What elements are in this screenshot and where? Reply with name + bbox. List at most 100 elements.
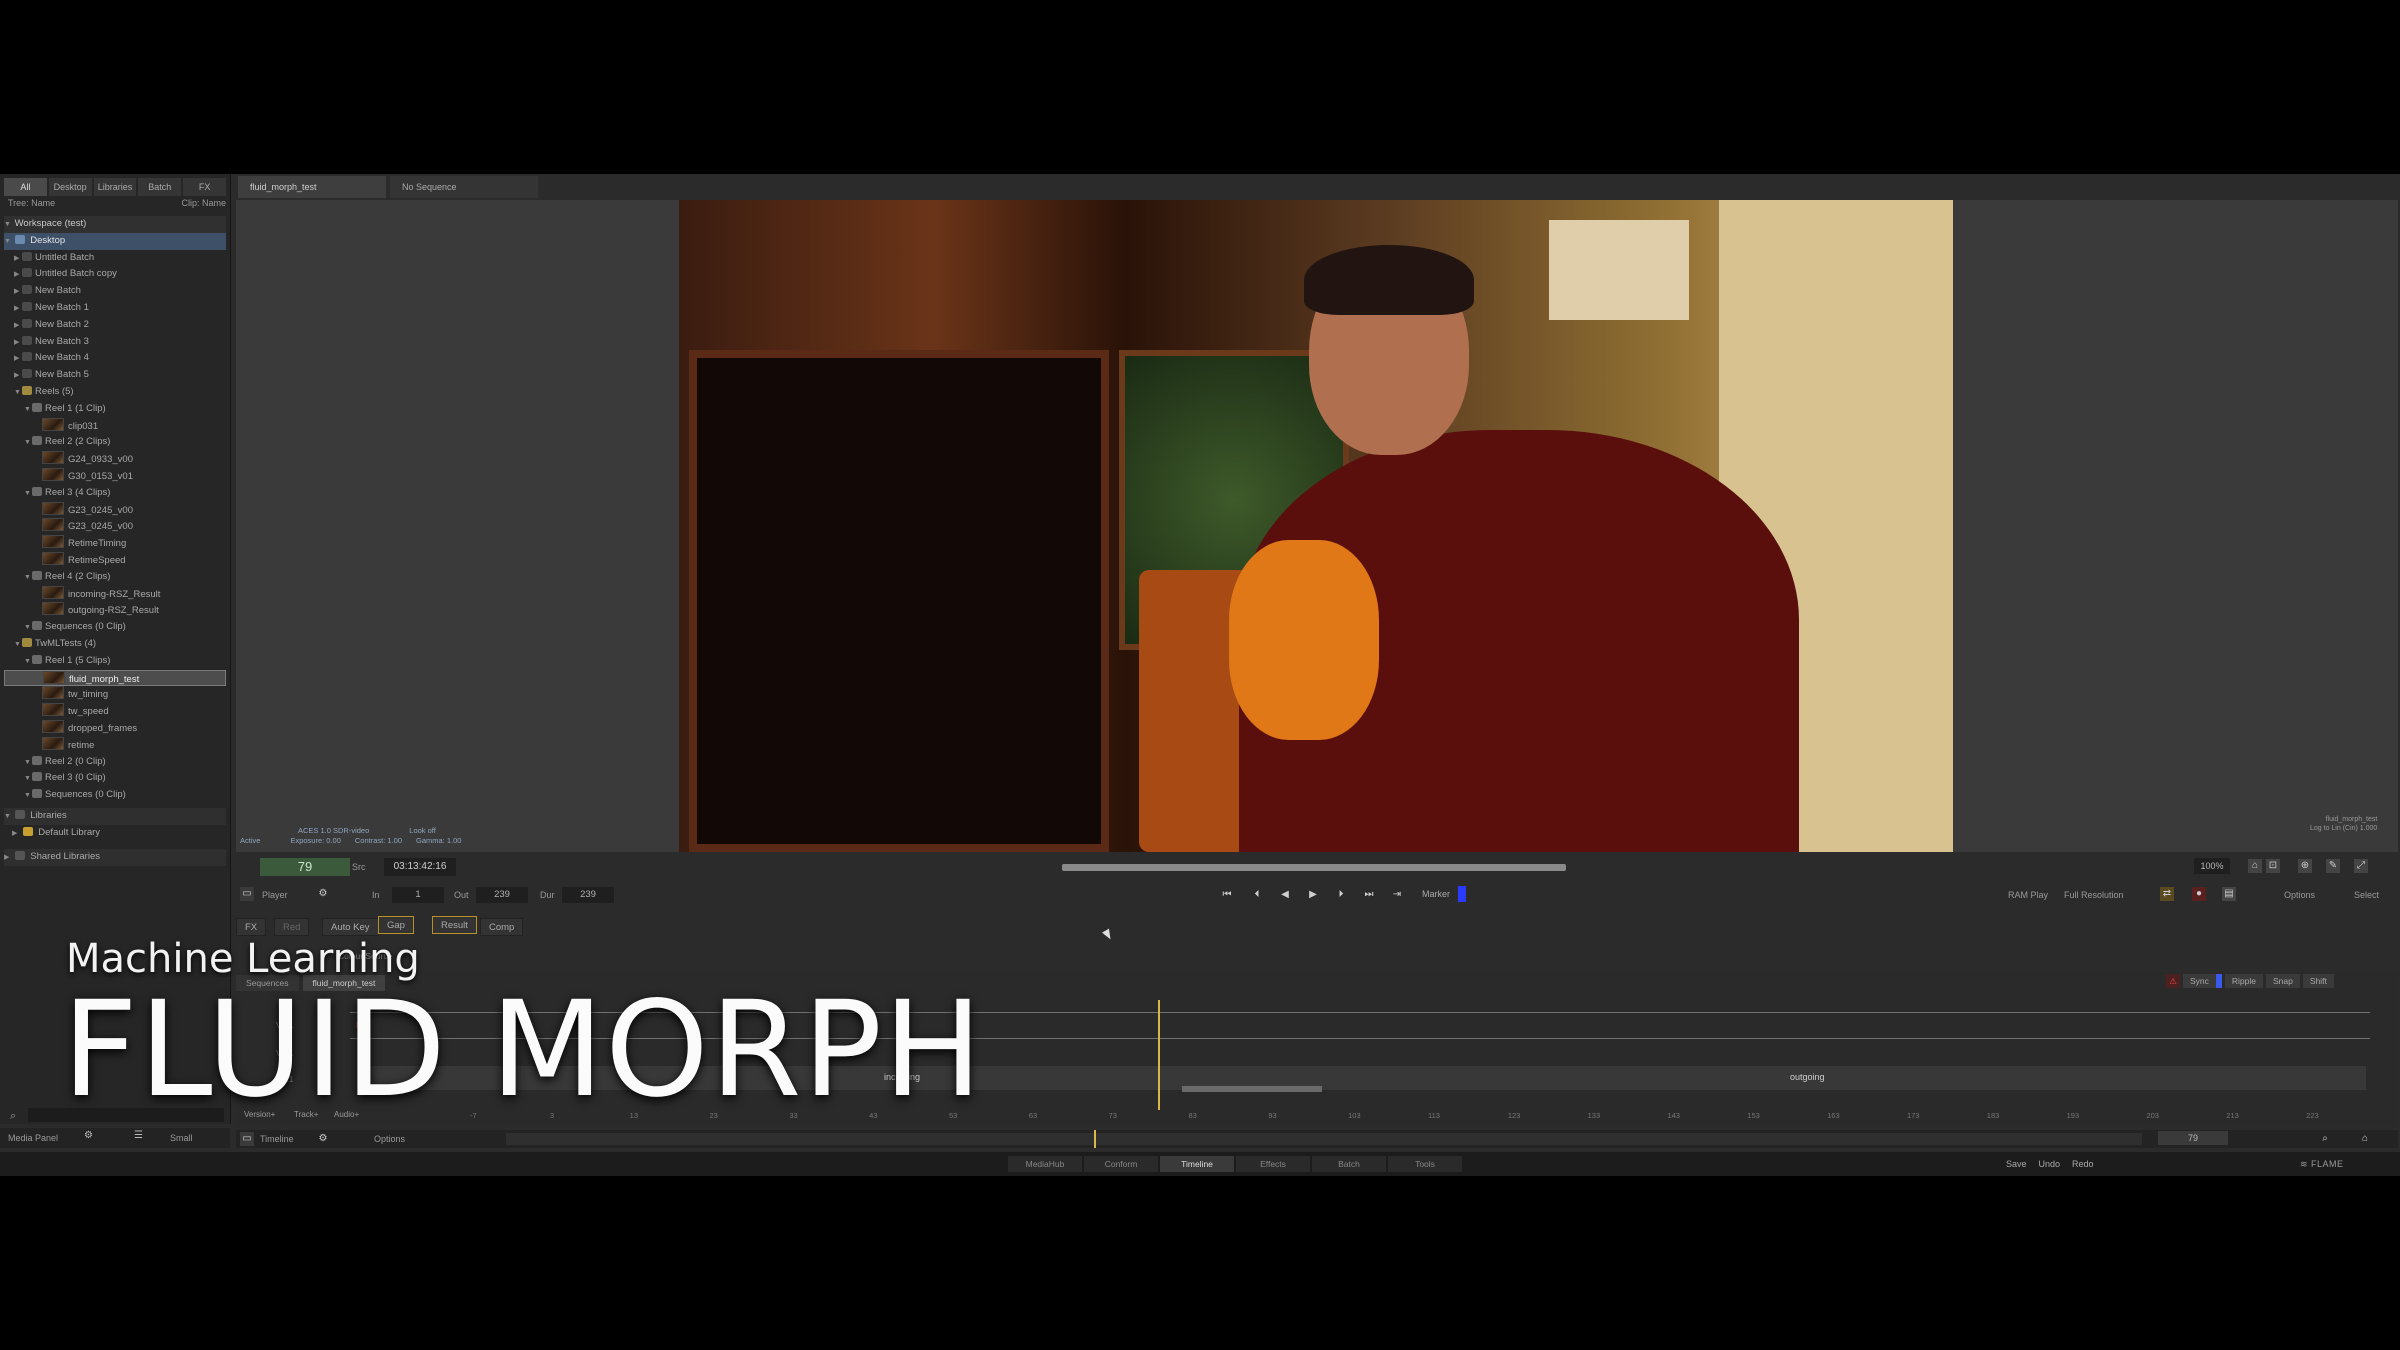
video-frame[interactable]	[679, 200, 1953, 852]
gap-button[interactable]: Gap	[378, 916, 414, 934]
clip-item[interactable]: clip031	[4, 417, 226, 435]
workspace-row[interactable]: ▼ Workspace (test)	[4, 216, 226, 233]
clip-item[interactable]: G30_0153_v01	[4, 467, 226, 485]
marker-color-swatch[interactable]	[1458, 886, 1466, 902]
ripple-button[interactable]: Ripple	[2224, 974, 2264, 988]
tab-timeline[interactable]: Timeline	[1160, 1156, 1234, 1172]
clip-item[interactable]: tw_speed	[4, 703, 226, 720]
expand-arrow-icon[interactable]: ▼	[4, 809, 12, 826]
expand-arrow-icon[interactable]: ▼	[24, 620, 32, 637]
search-icon[interactable]: ⌕	[10, 1110, 16, 1123]
folder-item[interactable]: ▼ Reel 3 (0 Clip)	[4, 770, 226, 787]
tab-libraries[interactable]: Libraries	[93, 178, 137, 196]
timecode-field[interactable]: 03:13:42:16	[384, 858, 456, 876]
marker-button[interactable]: Marker	[1422, 886, 1450, 902]
batch-item[interactable]: ▶ New Batch 3	[4, 334, 226, 351]
tab-batch[interactable]: Batch	[138, 178, 182, 196]
clip-item[interactable]: G24_0933_v00	[4, 451, 226, 468]
default-library-row[interactable]: ▶ Default Library	[4, 825, 226, 842]
clip-item[interactable]: G23_0245_v00	[4, 518, 226, 535]
folder-item[interactable]: ▼ Sequences (0 Clip)	[4, 619, 226, 636]
expand-arrow-icon[interactable]: ▶	[12, 826, 20, 843]
folder-item[interactable]: ▼ TwMLTests (4)	[4, 636, 226, 653]
snap-button[interactable]: Snap	[2266, 974, 2300, 988]
tree-sort[interactable]: Tree: Name	[8, 198, 55, 212]
red-button[interactable]: Red	[274, 918, 310, 936]
timeline-scrollbar[interactable]	[506, 1133, 2142, 1145]
out-field[interactable]: 239	[476, 887, 528, 903]
loop-icon[interactable]: ⇥	[1386, 887, 1408, 903]
expand-arrow-icon[interactable]: ▼	[24, 654, 32, 671]
resolution-dropdown[interactable]: Full Resolution	[2064, 886, 2124, 904]
gear-icon[interactable]: ⚙	[84, 1130, 93, 1141]
swap-icon[interactable]: ⇄	[2160, 887, 2174, 901]
timeline-options[interactable]: Options	[374, 1130, 405, 1148]
next-frame-icon[interactable]: ⏵	[1330, 887, 1352, 903]
clip-item[interactable]: G23_0245_v00	[4, 501, 226, 519]
expand-arrow-icon[interactable]: ▶	[14, 368, 22, 385]
folder-item[interactable]: ▼ Reel 2 (0 Clip)	[4, 754, 226, 771]
size-dropdown[interactable]: Small	[170, 1129, 193, 1147]
expand-arrow-icon[interactable]: ▼	[24, 755, 32, 772]
clip-item[interactable]: retime	[4, 736, 226, 754]
outgoing-clip[interactable]: outgoing	[1790, 1072, 1825, 1082]
expand-arrow-icon[interactable]: ▼	[24, 788, 32, 805]
warning-icon[interactable]: ⚠	[2166, 974, 2180, 988]
play-icon[interactable]: ▶	[1302, 887, 1324, 903]
clip-item[interactable]: RetimeTiming	[4, 535, 226, 552]
tab-clip[interactable]: fluid_morph_test	[238, 176, 386, 198]
redo-button[interactable]: Redo	[2072, 1159, 2094, 1169]
tab-conform[interactable]: Conform	[1084, 1156, 1158, 1172]
batch-item[interactable]: ▶ New Batch 1	[4, 300, 226, 317]
pen-icon[interactable]: ✎	[2326, 859, 2340, 873]
expand-arrow-icon[interactable]: ▶	[14, 267, 22, 284]
expand-arrow-icon[interactable]: ▼	[24, 570, 32, 587]
folder-item[interactable]: ▼ Reel 4 (2 Clips)	[4, 569, 226, 586]
tab-sequence[interactable]: No Sequence	[390, 176, 538, 198]
gear-icon[interactable]: ⚙	[316, 887, 330, 901]
tab-tools[interactable]: Tools	[1388, 1156, 1462, 1172]
gear-icon[interactable]: ⚙	[316, 1132, 330, 1146]
batch-item[interactable]: ▶ New Batch	[4, 283, 226, 300]
record-icon[interactable]: ●	[2192, 887, 2206, 901]
batch-item[interactable]: ▶ Untitled Batch	[4, 250, 226, 267]
expand-arrow-icon[interactable]: ▶	[14, 318, 22, 335]
play-reverse-icon[interactable]: ◀	[1274, 887, 1296, 903]
fit-icon[interactable]: ⊡	[2266, 859, 2280, 873]
tab-mediahub[interactable]: MediaHub	[1008, 1156, 1082, 1172]
expand-arrow-icon[interactable]: ▶	[14, 335, 22, 352]
batch-item[interactable]: ▶ Untitled Batch copy	[4, 266, 226, 283]
timeline-frame-field[interactable]: 79	[2158, 1131, 2228, 1145]
crosshair-icon[interactable]: ⊕	[2298, 859, 2312, 873]
expand-arrow-icon[interactable]: ▼	[4, 217, 12, 234]
expand-arrow-icon[interactable]: ▼	[14, 637, 22, 654]
select-tool[interactable]: Select	[2354, 886, 2379, 904]
zoom-field[interactable]: 100%	[2194, 858, 2230, 874]
clip-sort[interactable]: Clip: Name	[181, 198, 226, 212]
player-label[interactable]: Player	[262, 886, 288, 904]
desktop-row[interactable]: ▼ Desktop	[4, 232, 226, 250]
expand-arrow-icon[interactable]: ▼	[24, 486, 32, 503]
list-icon[interactable]: ☰	[134, 1130, 143, 1141]
expand-arrow-icon[interactable]: ▼	[24, 435, 32, 452]
batch-item[interactable]: ▶ New Batch 4	[4, 350, 226, 367]
previous-frame-icon[interactable]: ⏴	[1246, 887, 1268, 903]
transition-bar[interactable]	[1182, 1086, 1322, 1092]
tab-fx[interactable]: FX	[183, 178, 226, 196]
folder-item[interactable]: ▼ Reel 1 (1 Clip)	[4, 401, 226, 418]
clip-item[interactable]: tw_timing	[4, 686, 226, 703]
home-icon[interactable]: ⌂	[2248, 859, 2262, 873]
expand-arrow-icon[interactable]: ▶	[14, 251, 22, 268]
expand-arrow-icon[interactable]: ▼	[24, 402, 32, 419]
mini-playhead[interactable]	[1094, 1130, 1096, 1148]
tab-desktop[interactable]: Desktop	[48, 178, 92, 196]
batch-item[interactable]: ▶ New Batch 2	[4, 317, 226, 334]
comp-button[interactable]: Comp	[480, 918, 524, 936]
sync-button[interactable]: Sync	[2183, 974, 2222, 988]
libraries-row[interactable]: ▼ Libraries	[4, 807, 226, 826]
tab-effects[interactable]: Effects	[1236, 1156, 1310, 1172]
tab-all[interactable]: All	[4, 178, 47, 196]
save-button[interactable]: Save	[2006, 1159, 2027, 1169]
expand-arrow-icon[interactable]: ▼	[14, 385, 22, 402]
media-panel-dropdown[interactable]: Media Panel	[8, 1129, 58, 1147]
